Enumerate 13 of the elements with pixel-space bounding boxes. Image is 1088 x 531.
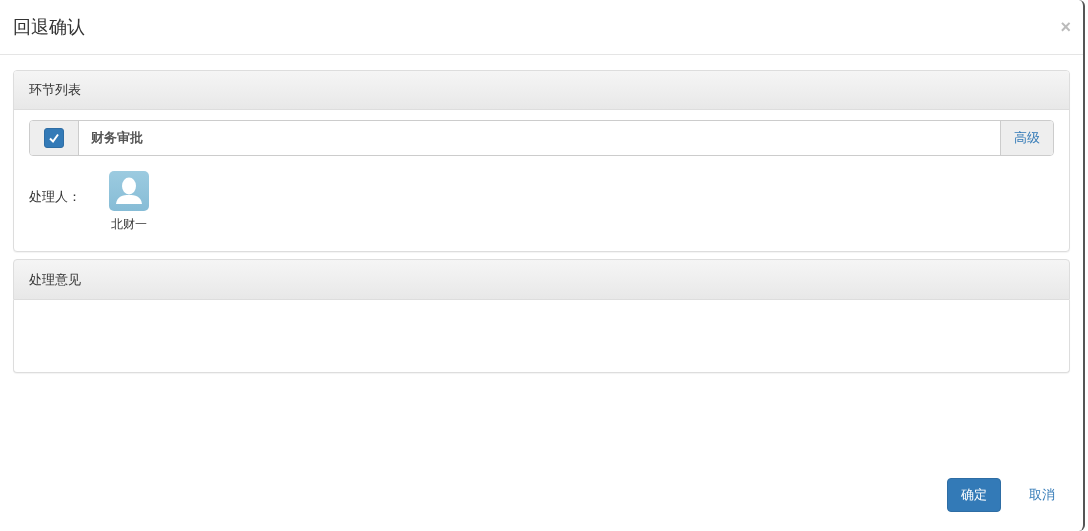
handler-label: 处理人： [29, 188, 82, 206]
confirm-button[interactable]: 确定 [947, 478, 1001, 512]
check-icon [48, 132, 60, 144]
advanced-button[interactable]: 高级 [1000, 121, 1053, 155]
cancel-link[interactable]: 取消 [1015, 478, 1069, 512]
step-name: 财务审批 [90, 129, 144, 147]
avatar-icon[interactable] [109, 171, 149, 211]
opinion-field[interactable] [13, 300, 1070, 373]
panel-heading: 处理意见 [13, 259, 1070, 300]
dialog-title: 回退确认 [13, 15, 85, 39]
panel-heading: 环节列表 [14, 71, 1069, 110]
handler-name: 北财一 [111, 216, 147, 233]
checkbox[interactable] [44, 128, 64, 148]
